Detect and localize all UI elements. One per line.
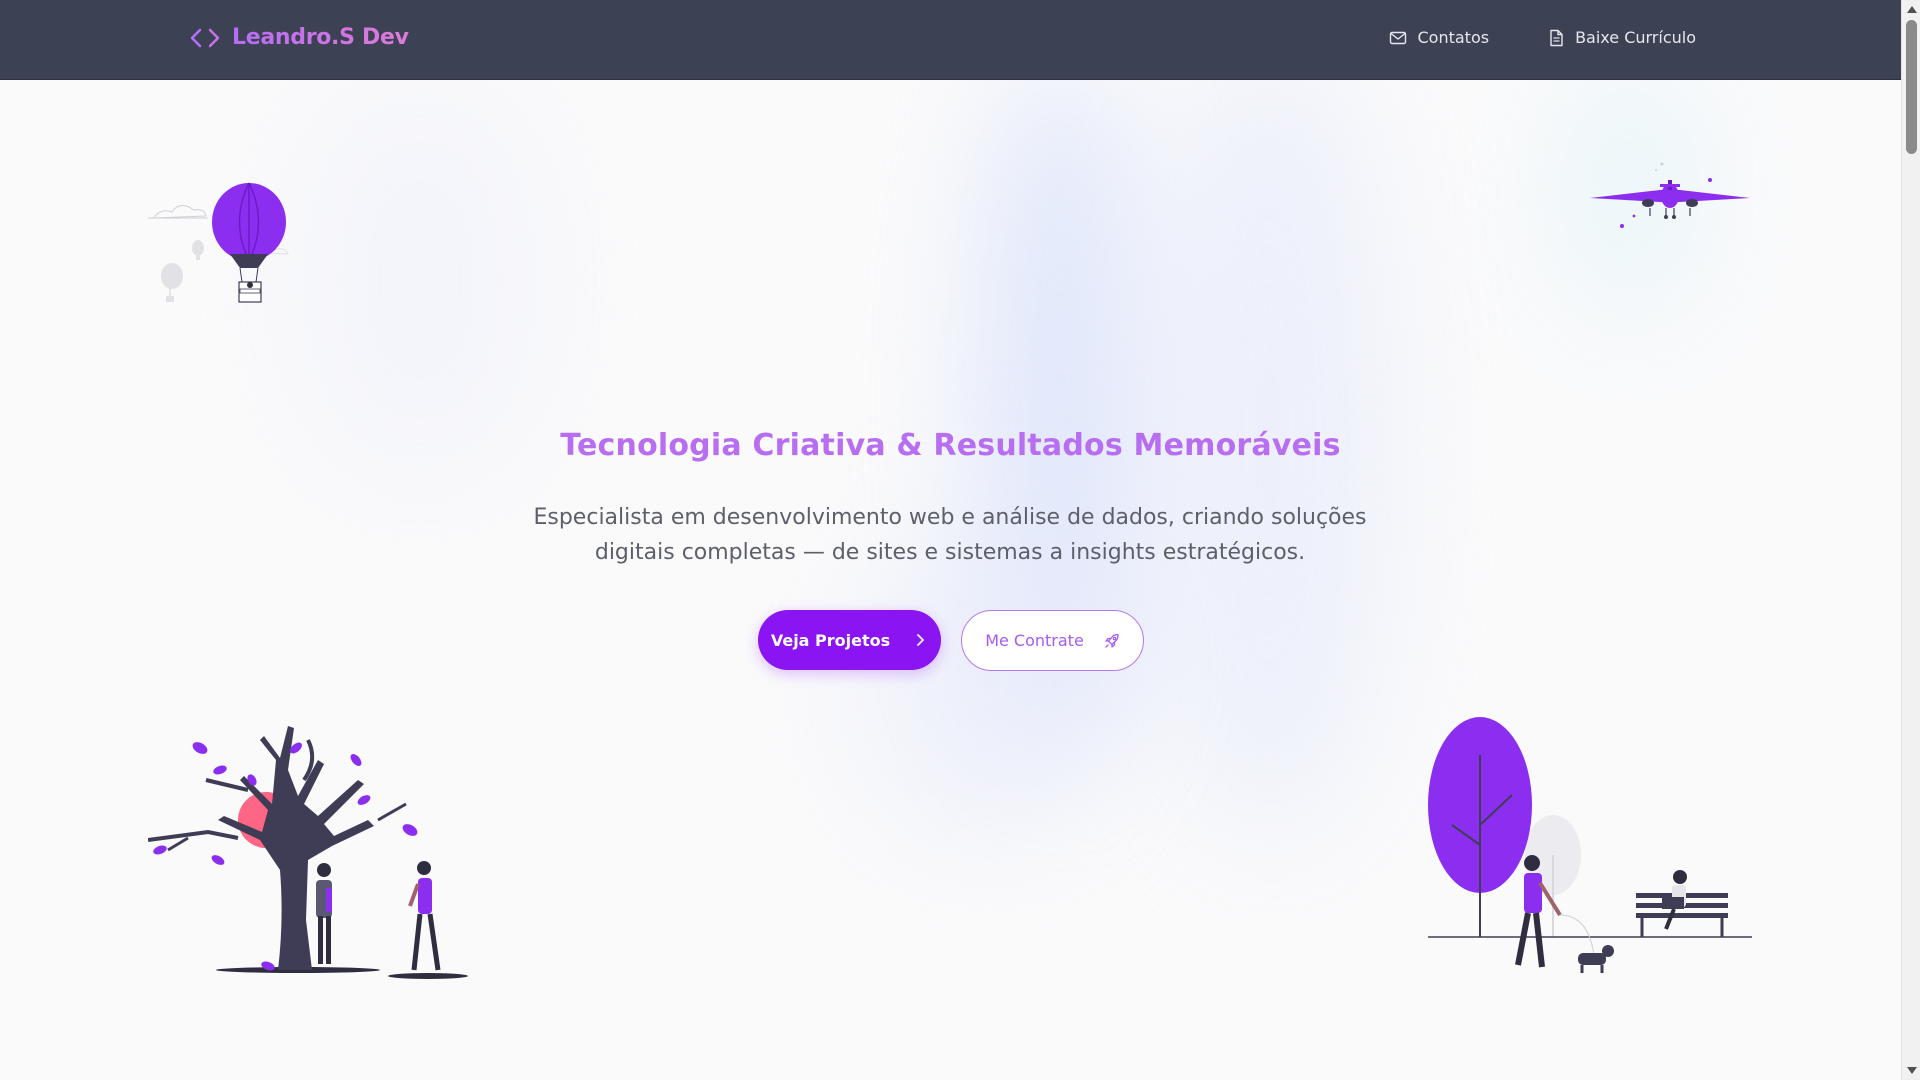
main-nav: Contatos Baixe Currículo — [1389, 28, 1696, 47]
veja-projetos-label: Veja Projetos — [770, 630, 891, 650]
nav-baixe-curriculo-label: Baixe Currículo — [1575, 28, 1696, 47]
me-contrate-label: Me Contrate — [985, 631, 1084, 650]
top-navbar: Leandro.S Dev Contatos Baixe Currículo — [0, 0, 1901, 80]
me-contrate-button[interactable]: Me Contrate — [961, 610, 1144, 671]
scrollbar-thumb[interactable] — [1906, 20, 1917, 154]
hot-air-balloon-illustration — [148, 182, 289, 303]
tree-people-illustration — [148, 726, 468, 979]
page: Leandro.S Dev Contatos Baixe Currículo T… — [0, 0, 1901, 1080]
scroll-down-arrow-icon[interactable] — [1907, 1067, 1917, 1074]
background-glow — [300, 80, 540, 480]
brand-logo[interactable]: Leandro.S Dev — [190, 25, 409, 50]
airplane-illustration — [1590, 162, 1750, 228]
vertical-scrollbar[interactable] — [1901, 0, 1920, 1080]
hero-subtitle: Especialista em desenvolvimento web e an… — [533, 505, 1367, 565]
document-icon — [1550, 29, 1563, 46]
nav-contatos-label: Contatos — [1417, 28, 1490, 47]
nav-baixe-curriculo[interactable]: Baixe Currículo — [1547, 28, 1696, 47]
brand-name: Leandro.S Dev — [232, 25, 409, 50]
park-walk-illustration — [1428, 717, 1752, 973]
veja-projetos-button[interactable]: Veja Projetos — [758, 610, 941, 670]
hero-title: Tecnologia Criativa & Resultados Memoráv… — [560, 428, 1341, 463]
mail-icon — [1390, 31, 1407, 44]
chevron-right-icon — [917, 634, 925, 646]
rocket-icon — [1105, 633, 1119, 648]
scroll-up-arrow-icon[interactable] — [1907, 6, 1917, 13]
nav-contatos[interactable]: Contatos — [1389, 28, 1489, 47]
code-brackets-icon — [190, 28, 220, 47]
